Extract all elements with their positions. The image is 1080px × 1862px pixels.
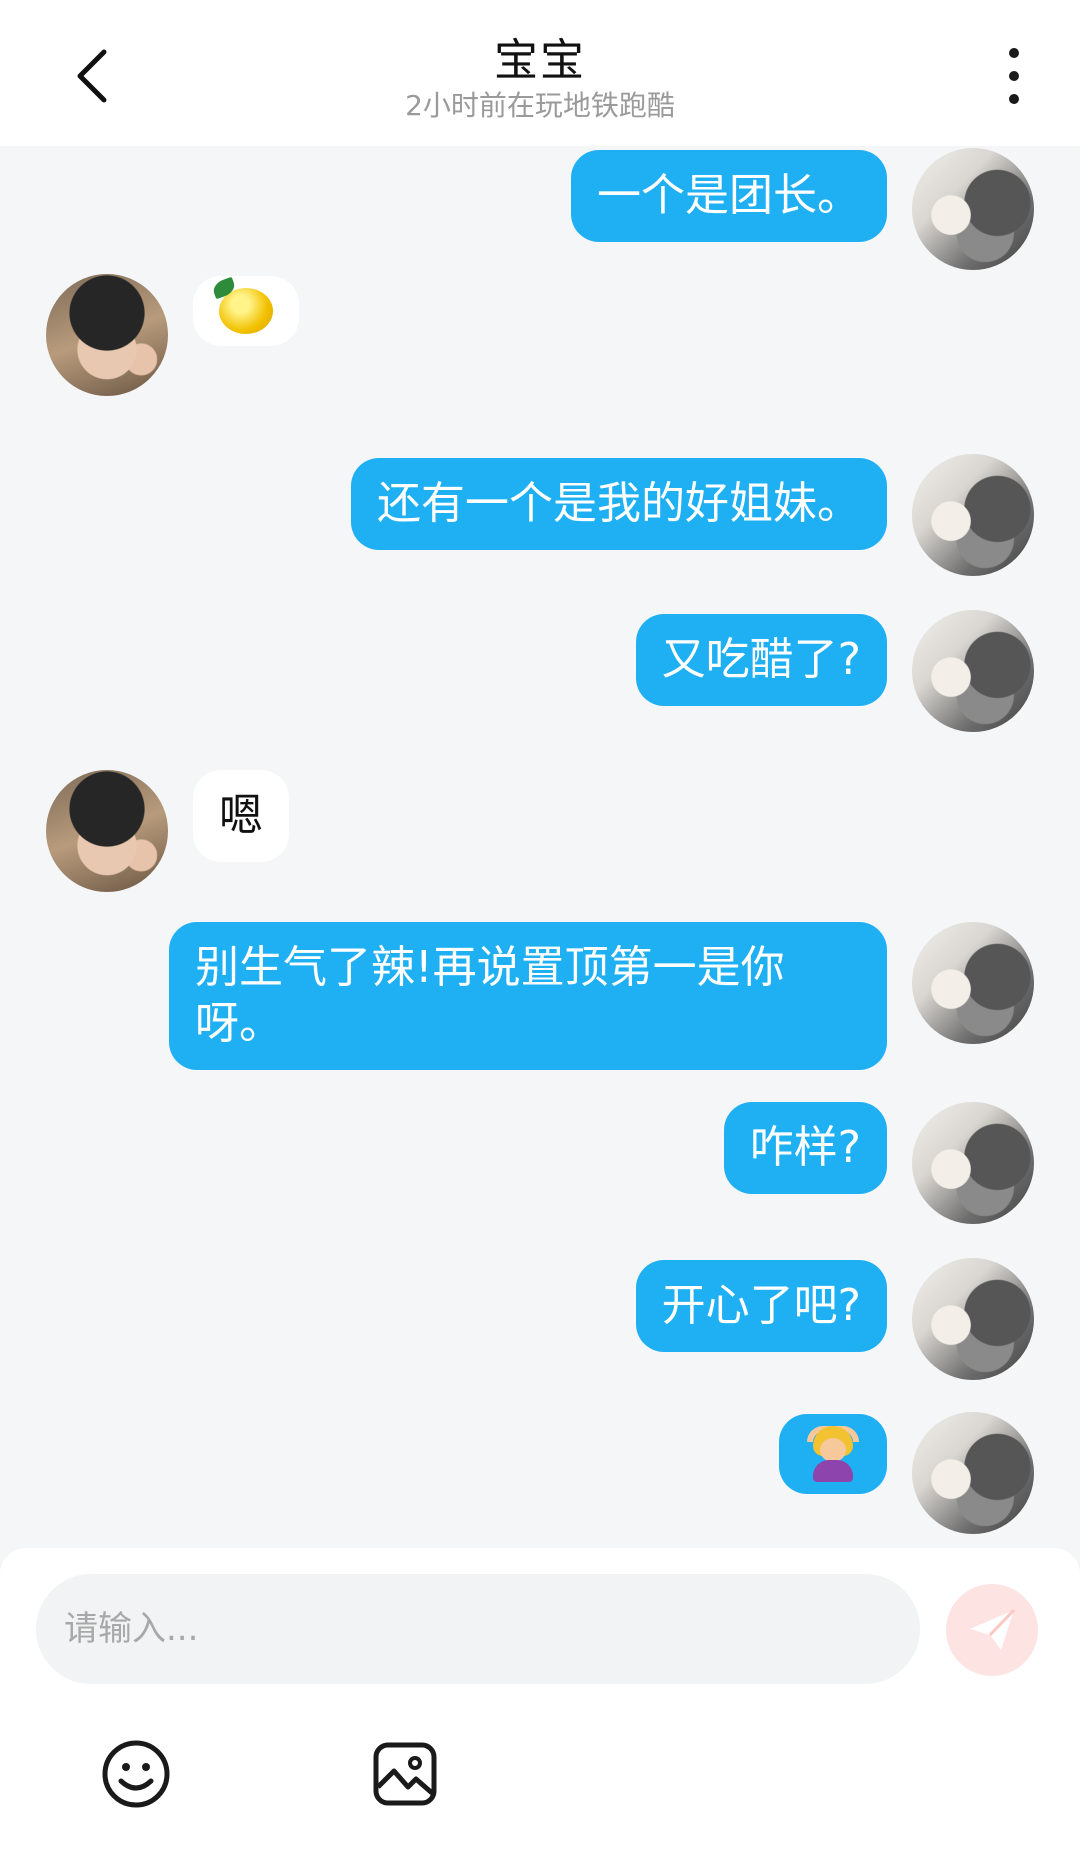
message-bubble-other[interactable]: 嗯 <box>193 770 289 862</box>
my-avatar[interactable] <box>912 454 1034 576</box>
more-options-button[interactable] <box>990 40 1038 112</box>
message-row: 一个是团长。 <box>0 146 1080 270</box>
message-row: 还有一个是我的好姐妹。 <box>0 450 1080 576</box>
my-avatar[interactable] <box>912 148 1034 270</box>
more-dot <box>1009 71 1019 81</box>
message-row: 咋样? <box>0 1102 1080 1226</box>
emoji-face <box>820 1438 846 1462</box>
message-row: 又吃醋了? <box>0 606 1080 732</box>
more-dot <box>1009 94 1019 104</box>
smiley-icon <box>102 1740 170 1808</box>
message-bubble-me[interactable] <box>779 1414 887 1494</box>
emoji-body <box>813 1460 853 1482</box>
emoji-button[interactable] <box>98 1736 174 1812</box>
more-dot <box>1009 48 1019 58</box>
message-list[interactable]: 一个是团长。 还有一个是我的好姐妹。 又吃醋了? 嗯 别生气了辣!再说置顶第一是… <box>0 146 1080 1548</box>
my-avatar[interactable] <box>912 922 1034 1044</box>
chat-title: 宝宝 <box>494 35 586 86</box>
contact-avatar[interactable] <box>46 274 168 396</box>
message-bubble-me[interactable]: 开心了吧? <box>635 1260 887 1352</box>
message-bubble-me[interactable]: 还有一个是我的好姐妹。 <box>351 458 887 550</box>
composer-panel <box>0 1548 1080 1862</box>
message-bubble-other[interactable] <box>193 276 299 346</box>
chat-header: 宝宝 2小时前在玩地铁跑酷 <box>0 0 1080 146</box>
my-avatar[interactable] <box>912 1412 1034 1534</box>
message-row: 嗯 <box>0 770 1080 894</box>
message-bubble-me[interactable]: 别生气了辣!再说置顶第一是你呀。 <box>169 922 887 1070</box>
send-button[interactable] <box>946 1584 1038 1676</box>
my-avatar[interactable] <box>912 610 1034 732</box>
contact-avatar[interactable] <box>46 770 168 892</box>
message-bubble-me[interactable]: 咋样? <box>723 1102 887 1194</box>
person-gesturing-ok-icon <box>807 1426 859 1482</box>
contact-status: 2小时前在玩地铁跑酷 <box>405 89 675 122</box>
my-avatar[interactable] <box>912 1258 1034 1380</box>
message-row <box>0 1410 1080 1534</box>
image-icon <box>373 1742 437 1806</box>
lemon-icon <box>219 288 273 334</box>
message-input[interactable] <box>36 1574 920 1684</box>
message-row <box>0 274 1080 398</box>
image-button[interactable] <box>367 1736 443 1812</box>
message-bubble-me[interactable]: 一个是团长。 <box>571 150 887 242</box>
message-row: 别生气了辣!再说置顶第一是你呀。 <box>0 922 1080 1072</box>
send-icon <box>970 1608 1016 1650</box>
my-avatar[interactable] <box>912 1102 1034 1224</box>
message-bubble-me[interactable]: 又吃醋了? <box>635 614 887 706</box>
message-row: 开心了吧? <box>0 1256 1080 1380</box>
